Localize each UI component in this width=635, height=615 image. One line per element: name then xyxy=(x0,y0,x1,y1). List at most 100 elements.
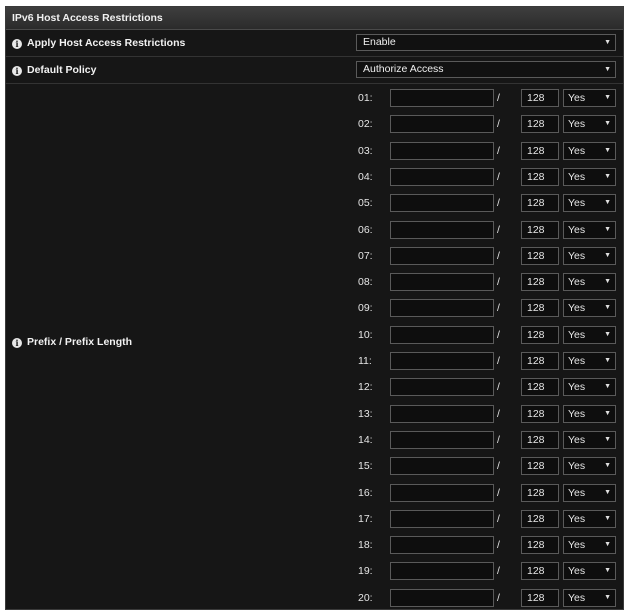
prefix-length-input[interactable]: 128 xyxy=(521,220,559,239)
enabled-select[interactable]: Yes ▼ xyxy=(563,141,616,160)
prefix-length-input[interactable]: 128 xyxy=(521,167,559,186)
prefix-length-input[interactable]: 128 xyxy=(521,457,559,476)
enabled-select[interactable]: Yes ▼ xyxy=(563,115,616,134)
prefix-input[interactable] xyxy=(390,352,494,370)
enabled-select[interactable]: Yes ▼ xyxy=(563,562,616,581)
prefix-input[interactable] xyxy=(390,588,494,607)
chevron-down-icon: ▼ xyxy=(604,593,611,601)
apply-restrictions-row: i Apply Host Access Restrictions Enable ▼ xyxy=(6,30,623,57)
prefix-separator: / xyxy=(497,486,500,499)
enabled-select[interactable]: Yes ▼ xyxy=(563,536,616,555)
prefix-length-input[interactable]: 128 xyxy=(521,404,559,423)
entry-number: 08: xyxy=(358,276,373,289)
chevron-down-icon: ▼ xyxy=(604,488,611,496)
prefix-entry-row: 16: / 128 Yes ▼ xyxy=(6,481,623,507)
enabled-select[interactable]: Yes ▼ xyxy=(563,167,616,186)
enabled-select[interactable]: Yes ▼ xyxy=(563,325,616,344)
prefix-input[interactable] xyxy=(390,378,494,397)
enabled-select[interactable]: Yes ▼ xyxy=(563,194,616,213)
entry-number: 10: xyxy=(358,328,373,341)
prefix-length-input[interactable]: 128 xyxy=(521,273,559,292)
default-policy-row: i Default Policy Authorize Access ▼ xyxy=(6,57,623,84)
chevron-down-icon: ▼ xyxy=(604,120,611,128)
enabled-value: Yes xyxy=(568,539,586,552)
prefix-length-input[interactable]: 128 xyxy=(521,509,559,528)
enabled-select[interactable]: Yes ▼ xyxy=(563,483,616,502)
prefix-length-input[interactable]: 128 xyxy=(521,378,559,397)
prefix-separator: / xyxy=(497,328,500,341)
entry-number: 11: xyxy=(358,355,372,367)
chevron-down-icon: ▼ xyxy=(604,172,611,180)
entry-number: 02: xyxy=(358,118,373,131)
prefix-entry-row: 09: / 128 Yes ▼ xyxy=(6,296,623,322)
prefix-length-input[interactable]: 128 xyxy=(521,299,559,318)
entry-number: 09: xyxy=(358,302,373,315)
prefix-input[interactable] xyxy=(390,536,494,555)
enabled-select[interactable]: Yes ▼ xyxy=(563,89,616,107)
prefix-length-input[interactable]: 128 xyxy=(521,115,559,134)
apply-restrictions-select[interactable]: Enable ▼ xyxy=(356,34,616,51)
prefix-input[interactable] xyxy=(390,562,494,581)
prefix-input[interactable] xyxy=(390,220,494,239)
enabled-select[interactable]: Yes ▼ xyxy=(563,404,616,423)
prefix-input[interactable] xyxy=(390,115,494,134)
prefix-length-input[interactable]: 128 xyxy=(521,325,559,344)
info-icon[interactable]: i xyxy=(12,66,22,76)
enabled-select[interactable]: Yes ▼ xyxy=(563,246,616,265)
prefix-entry-row: 15: / 128 Yes ▼ xyxy=(6,454,623,480)
prefix-separator: / xyxy=(497,460,500,473)
enabled-value: Yes xyxy=(568,433,586,446)
prefix-length-input[interactable]: 128 xyxy=(521,246,559,265)
enabled-value: Yes xyxy=(568,249,586,262)
default-policy-select[interactable]: Authorize Access ▼ xyxy=(356,61,616,78)
prefix-input[interactable] xyxy=(390,430,494,449)
prefix-entry-row: 06: / 128 Yes ▼ xyxy=(6,218,623,244)
prefix-length-input[interactable]: 128 xyxy=(521,536,559,555)
prefix-input[interactable] xyxy=(390,246,494,265)
prefix-separator: / xyxy=(497,302,500,315)
prefix-length-input[interactable]: 128 xyxy=(521,89,559,107)
prefix-length-input[interactable]: 128 xyxy=(521,352,559,370)
prefix-separator: / xyxy=(497,381,500,394)
enabled-select[interactable]: Yes ▼ xyxy=(563,273,616,292)
prefix-length-input[interactable]: 128 xyxy=(521,141,559,160)
enabled-select[interactable]: Yes ▼ xyxy=(563,378,616,397)
prefix-input[interactable] xyxy=(390,457,494,476)
prefix-separator: / xyxy=(497,433,500,446)
prefix-input[interactable] xyxy=(390,299,494,318)
entry-number: 14: xyxy=(358,433,373,446)
enabled-select[interactable]: Yes ▼ xyxy=(563,509,616,528)
prefix-entry-row: 12: / 128 Yes ▼ xyxy=(6,375,623,401)
prefix-input[interactable] xyxy=(390,325,494,344)
prefix-input[interactable] xyxy=(390,273,494,292)
prefix-separator: / xyxy=(497,512,500,525)
prefix-input[interactable] xyxy=(390,483,494,502)
prefix-length-input[interactable]: 128 xyxy=(521,562,559,581)
entry-number: 01: xyxy=(358,92,373,104)
enabled-select[interactable]: Yes ▼ xyxy=(563,588,616,607)
enabled-select[interactable]: Yes ▼ xyxy=(563,430,616,449)
prefix-length-input[interactable]: 128 xyxy=(521,430,559,449)
chevron-down-icon: ▼ xyxy=(604,330,611,338)
prefix-input[interactable] xyxy=(390,194,494,213)
prefix-entry-row: 17: / 128 Yes ▼ xyxy=(6,507,623,533)
enabled-select[interactable]: Yes ▼ xyxy=(563,299,616,318)
enabled-value: Yes xyxy=(568,486,586,499)
prefix-input[interactable] xyxy=(390,89,494,107)
enabled-select[interactable]: Yes ▼ xyxy=(563,457,616,476)
chevron-down-icon: ▼ xyxy=(604,357,611,364)
prefix-entry-row: 20: / 128 Yes ▼ xyxy=(6,586,623,612)
prefix-input[interactable] xyxy=(390,167,494,186)
prefix-input[interactable] xyxy=(390,141,494,160)
prefix-length-input[interactable]: 128 xyxy=(521,194,559,213)
prefix-input[interactable] xyxy=(390,404,494,423)
enabled-select[interactable]: Yes ▼ xyxy=(563,220,616,239)
info-icon[interactable]: i xyxy=(12,39,22,49)
prefix-length-input[interactable]: 128 xyxy=(521,588,559,607)
entry-number: 20: xyxy=(358,591,373,604)
prefix-input[interactable] xyxy=(390,509,494,528)
prefix-length-input[interactable]: 128 xyxy=(521,483,559,502)
enabled-select[interactable]: Yes ▼ xyxy=(563,352,616,370)
enabled-value: Yes xyxy=(568,276,586,289)
prefix-entry-row: 10: / 128 Yes ▼ xyxy=(6,323,623,349)
